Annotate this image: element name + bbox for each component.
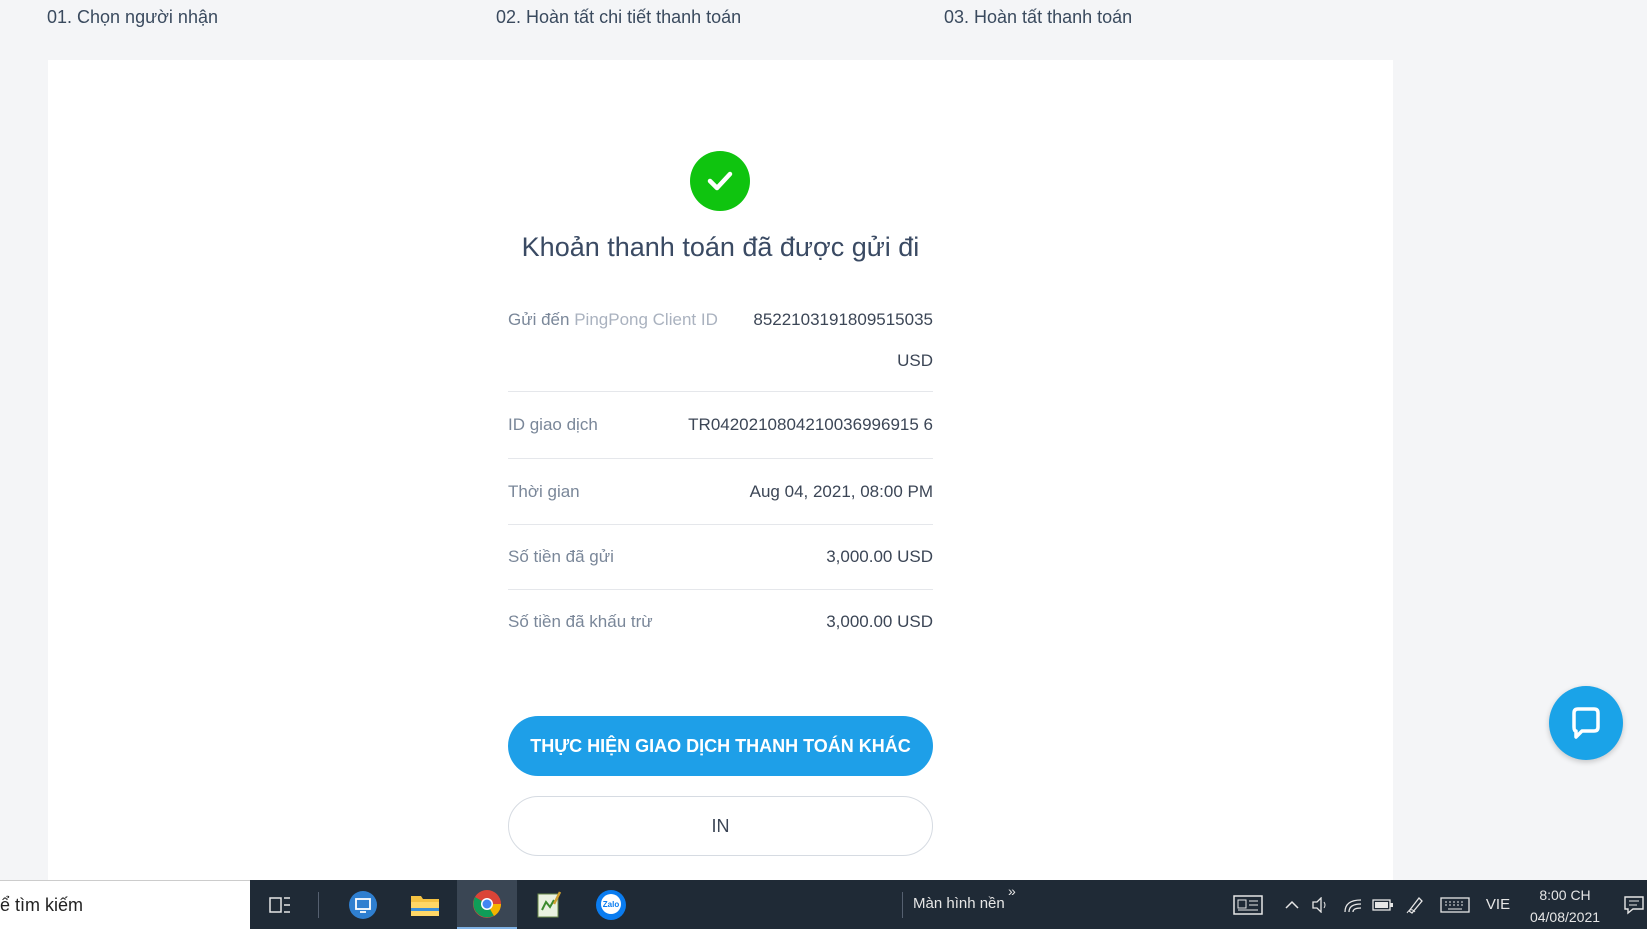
transaction-id-value: TR0420210804210036996915 6 — [688, 415, 933, 434]
toolbar-expand-icon[interactable]: » — [1008, 883, 1016, 899]
chat-bubble-icon — [1572, 707, 1600, 739]
windows-taskbar: ể tìm kiếm Zalo Màn hình nền » VIE 8:00 … — [0, 880, 1647, 929]
task-view-icon[interactable] — [250, 880, 310, 929]
notepad-app-icon[interactable] — [519, 880, 579, 929]
notification-icon[interactable] — [1620, 880, 1647, 929]
taskbar-search-text: ể tìm kiếm — [0, 895, 84, 915]
step-2-label: 02. Hoàn tất chi tiết thanh toán — [496, 7, 742, 27]
file-explorer-icon[interactable] — [395, 880, 455, 929]
zalo-icon[interactable]: Zalo — [581, 880, 641, 929]
amount-sent-label: Số tiền đã gửi — [508, 547, 614, 566]
step-1-label: 01. Chọn người nhận — [47, 7, 218, 27]
detail-row-amount-sent: Số tiền đã gửi 3,000.00 USD — [508, 525, 933, 590]
wifi-icon[interactable] — [1340, 880, 1366, 929]
page-title: Khoản thanh toán đã được gửi đi — [521, 232, 920, 262]
detail-row-send-to: Gửi đến PingPong Client ID 8522103191809… — [508, 300, 933, 392]
send-to-currency: USD — [897, 351, 933, 370]
amount-deducted-value: 3,000.00 USD — [826, 612, 933, 631]
new-payment-button[interactable]: THỰC HIỆN GIAO DỊCH THANH TOÁN KHÁC — [508, 716, 933, 776]
desktop-toolbar-label[interactable]: Màn hình nền — [913, 895, 1005, 912]
send-to-value: 8522103191809515035 — [753, 310, 933, 329]
progress-steps: 01. Chọn người nhận 02. Hoàn tất chi tiế… — [0, 0, 1647, 40]
clock-date: 04/08/2021 — [1529, 909, 1601, 925]
svg-text:Zalo: Zalo — [603, 900, 620, 909]
tray-chevron-up-icon[interactable] — [1280, 880, 1304, 929]
detail-row-amount-deducted: Số tiền đã khấu trừ 3,000.00 USD — [508, 590, 933, 660]
taskbar-clock[interactable]: 8:00 CH 04/08/2021 — [1520, 884, 1610, 928]
time-value: Aug 04, 2021, 08:00 PM — [749, 482, 933, 501]
amount-sent-value: 3,000.00 USD — [826, 547, 933, 566]
taskbar-separator — [902, 892, 903, 918]
keyboard-icon[interactable] — [1438, 880, 1472, 929]
pen-icon[interactable] — [1402, 880, 1428, 929]
language-indicator[interactable]: VIE — [1478, 880, 1518, 929]
amount-deducted-label: Số tiền đã khấu trừ — [508, 612, 653, 631]
taskbar-separator — [318, 892, 319, 918]
detail-row-transaction-id: ID giao dịch TR0420210804210036996915 6 — [508, 392, 933, 459]
chat-widget-button[interactable] — [1549, 686, 1623, 760]
clock-time: 8:00 CH — [1539, 887, 1591, 903]
step-3-label: 03. Hoàn tất thanh toán — [944, 7, 1133, 27]
taskbar-search-box[interactable]: ể tìm kiếm — [0, 880, 250, 929]
chrome-icon[interactable] — [457, 880, 517, 929]
success-check-icon — [690, 151, 750, 211]
send-to-label: Gửi đến PingPong Client ID — [508, 310, 718, 329]
remote-desktop-icon[interactable] — [333, 880, 393, 929]
detail-row-time: Thời gian Aug 04, 2021, 08:00 PM — [508, 459, 933, 525]
time-label: Thời gian — [508, 482, 580, 501]
volume-icon[interactable] — [1308, 880, 1334, 929]
news-widget-icon[interactable] — [1228, 880, 1268, 929]
send-to-sublabel: PingPong Client ID — [574, 310, 718, 329]
battery-icon[interactable] — [1370, 880, 1396, 929]
print-button[interactable]: IN — [508, 796, 933, 856]
transaction-id-label: ID giao dịch — [508, 415, 598, 434]
